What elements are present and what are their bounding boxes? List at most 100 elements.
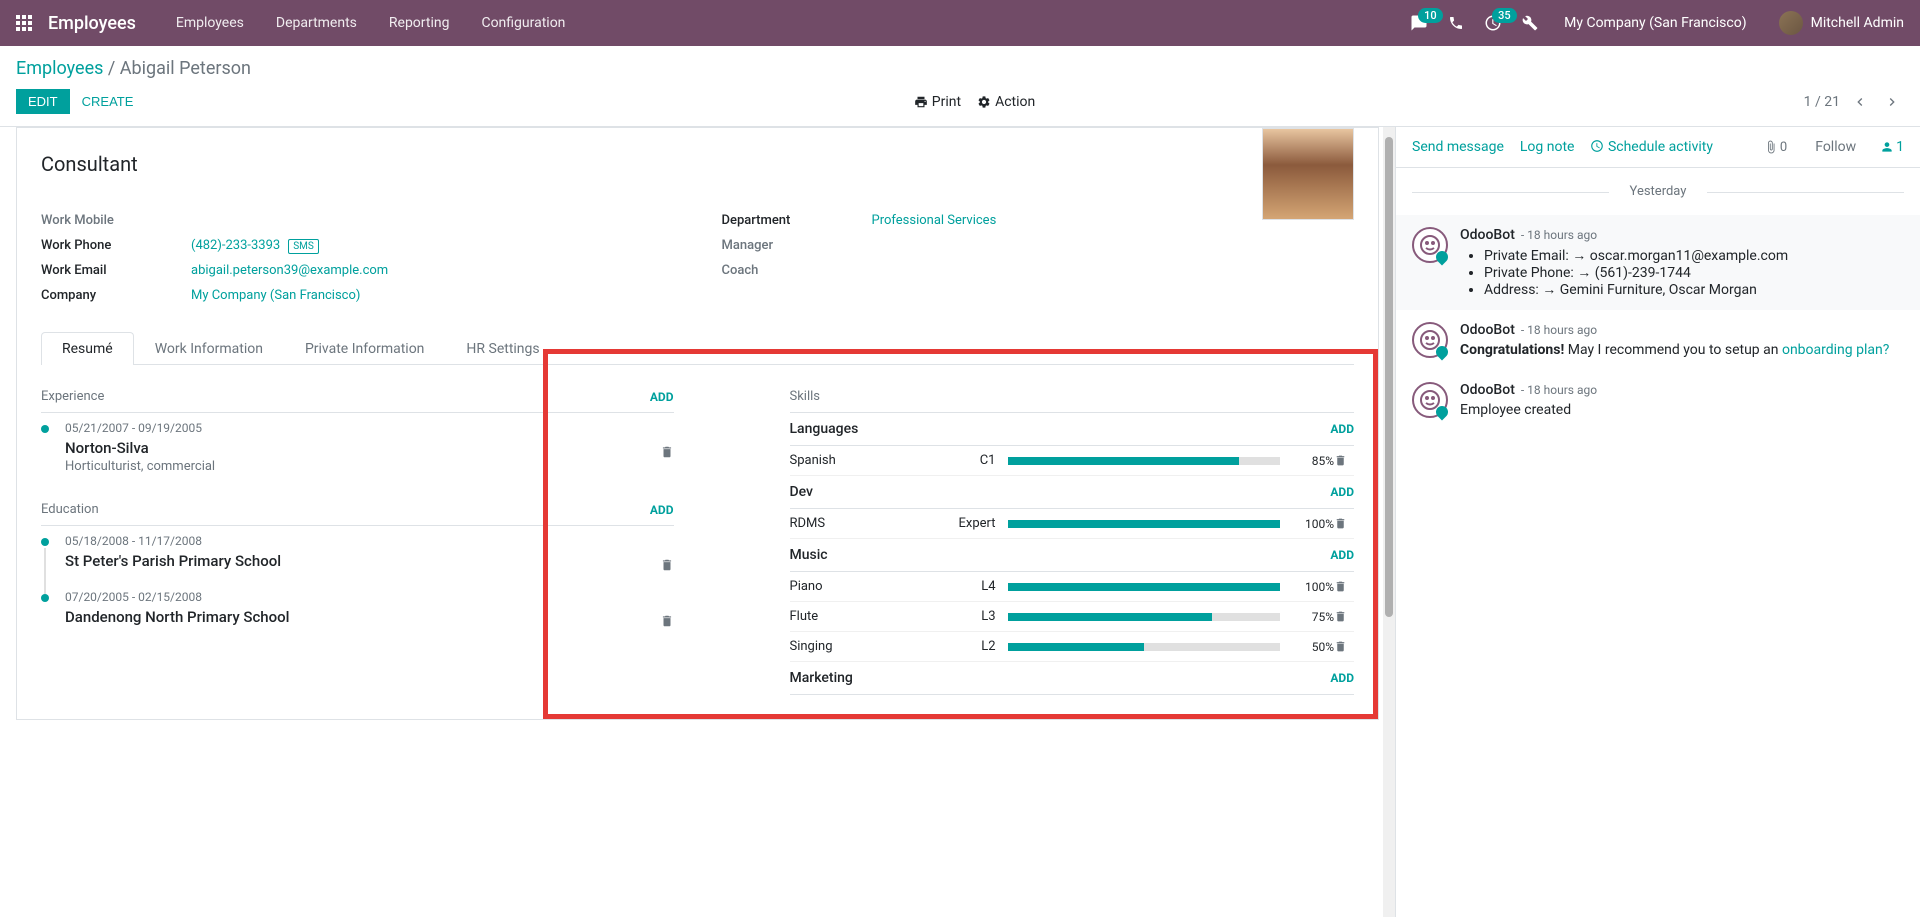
skill-group-name: Dev	[790, 484, 814, 500]
message-author: OdooBot	[1460, 227, 1515, 243]
skill-level: C1	[940, 453, 996, 468]
add-experience-button[interactable]: ADD	[650, 390, 674, 404]
log-note-button[interactable]: Log note	[1520, 139, 1575, 155]
messages-icon[interactable]: 10	[1400, 14, 1438, 32]
message-time: - 18 hours ago	[1521, 228, 1597, 242]
add-education-button[interactable]: ADD	[650, 503, 674, 517]
debug-icon[interactable]	[1512, 15, 1548, 31]
delete-skill-button[interactable]	[1334, 610, 1354, 623]
trash-icon	[660, 614, 674, 628]
skill-group-header: Music ADD	[790, 539, 1355, 572]
followers-button[interactable]: 1	[1880, 139, 1904, 155]
field-coach: Coach	[722, 258, 1355, 283]
nav-configuration[interactable]: Configuration	[465, 15, 581, 31]
skill-progress	[1008, 520, 1281, 528]
employee-photo[interactable]	[1262, 128, 1354, 220]
skill-progress	[1008, 613, 1281, 621]
control-panel: Employees / Abigail Peterson EDIT CREATE…	[0, 46, 1920, 127]
tab-work-information[interactable]: Work Information	[134, 332, 284, 365]
pager-value[interactable]: 1 / 21	[1804, 94, 1840, 110]
add-skill-button[interactable]: ADD	[1330, 485, 1354, 499]
message-author: OdooBot	[1460, 322, 1515, 338]
bot-avatar-icon	[1412, 322, 1448, 358]
breadcrumb: Employees / Abigail Peterson	[16, 58, 1904, 79]
delete-skill-button[interactable]	[1334, 640, 1354, 653]
activities-icon[interactable]: 35	[1474, 14, 1512, 32]
message-time: - 18 hours ago	[1521, 383, 1597, 397]
scrollbar[interactable]	[1383, 127, 1395, 917]
field-work-phone: Work Phone (482)-233-3393SMS	[41, 233, 674, 258]
delete-skill-button[interactable]	[1334, 454, 1354, 467]
skill-progress	[1008, 457, 1281, 465]
field-department: Department Professional Services	[722, 208, 1355, 233]
edit-button[interactable]: EDIT	[16, 89, 70, 114]
print-button[interactable]: Print	[914, 94, 961, 110]
create-button[interactable]: CREATE	[70, 89, 146, 114]
apps-icon[interactable]	[16, 15, 32, 31]
delete-skill-button[interactable]	[1334, 580, 1354, 593]
attachments-button[interactable]: 0	[1764, 140, 1787, 155]
timeline-dot-icon	[41, 594, 49, 602]
skill-name: Singing	[790, 639, 940, 654]
user-avatar-icon	[1779, 11, 1803, 35]
skill-level: Expert	[940, 516, 996, 531]
skill-percent: 100%	[1292, 580, 1334, 594]
employee-job-title: Consultant	[41, 152, 1354, 176]
delete-skill-button[interactable]	[1334, 517, 1354, 530]
skill-row: PianoL4 100%	[790, 572, 1355, 602]
tab-private-information[interactable]: Private Information	[284, 332, 445, 365]
nav-employees[interactable]: Employees	[160, 15, 260, 31]
skill-group-name: Music	[790, 547, 828, 563]
sms-button[interactable]: SMS	[288, 239, 319, 254]
add-skill-button[interactable]: ADD	[1330, 671, 1354, 685]
user-name: Mitchell Admin	[1811, 15, 1904, 31]
skill-level: L3	[940, 609, 996, 624]
pager-next[interactable]	[1880, 94, 1904, 110]
chatter: Send message Log note Schedule activity …	[1395, 127, 1920, 917]
add-skill-button[interactable]: ADD	[1330, 422, 1354, 436]
skill-name: Piano	[790, 579, 940, 594]
skill-row: SingingL250%	[790, 632, 1355, 662]
app-brand[interactable]: Employees	[48, 13, 136, 34]
pager-prev[interactable]	[1848, 94, 1872, 110]
breadcrumb-current: Abigail Peterson	[120, 58, 251, 79]
nav-departments[interactable]: Departments	[260, 15, 373, 31]
breadcrumb-root[interactable]: Employees	[16, 58, 103, 79]
message: OdooBot - 18 hours agoCongratulations! M…	[1396, 310, 1920, 370]
phone-icon[interactable]	[1438, 15, 1474, 31]
experience-item: 05/21/2007 - 09/19/2005 Norton-Silva Hor…	[41, 421, 674, 474]
skill-progress	[1008, 643, 1281, 651]
skill-row: FluteL375%	[790, 602, 1355, 632]
skill-group-header: LanguagesADD	[790, 413, 1355, 446]
user-menu[interactable]: Mitchell Admin	[1763, 11, 1904, 35]
message: OdooBot - 18 hours ago Employee created	[1396, 370, 1920, 430]
message-body: Employee created	[1460, 402, 1904, 418]
timeline-dot-icon	[41, 425, 49, 433]
add-skill-button[interactable]: ADD	[1330, 548, 1354, 562]
company-selector[interactable]: My Company (San Francisco)	[1548, 15, 1762, 31]
tab-resume[interactable]: Resumé	[41, 332, 134, 365]
skill-group-header: MarketingADD	[790, 662, 1355, 695]
follow-button[interactable]: Follow	[1815, 139, 1856, 155]
delete-education-button[interactable]	[660, 614, 674, 628]
tab-hr-settings[interactable]: HR Settings	[445, 332, 560, 365]
trash-icon	[660, 558, 674, 572]
send-message-button[interactable]: Send message	[1412, 139, 1504, 155]
notebook-tabs: Resumé Work Information Private Informat…	[41, 332, 1354, 365]
bot-avatar-icon	[1412, 382, 1448, 418]
delete-education-button[interactable]	[660, 558, 674, 572]
skill-level: L4	[940, 579, 996, 594]
nav-reporting[interactable]: Reporting	[373, 15, 466, 31]
person-icon	[1880, 140, 1894, 154]
delete-experience-button[interactable]	[660, 445, 674, 459]
schedule-activity-button[interactable]: Schedule activity	[1590, 139, 1713, 155]
print-icon	[914, 95, 928, 109]
message-author: OdooBot	[1460, 382, 1515, 398]
bot-avatar-icon	[1412, 227, 1448, 263]
skill-level: L2	[940, 639, 996, 654]
top-navbar: Employees Employees Departments Reportin…	[0, 0, 1920, 46]
field-work-mobile: Work Mobile	[41, 208, 674, 233]
action-button[interactable]: Action	[977, 94, 1035, 110]
skill-name: RDMS	[790, 516, 940, 531]
skill-percent: 85%	[1292, 454, 1334, 468]
